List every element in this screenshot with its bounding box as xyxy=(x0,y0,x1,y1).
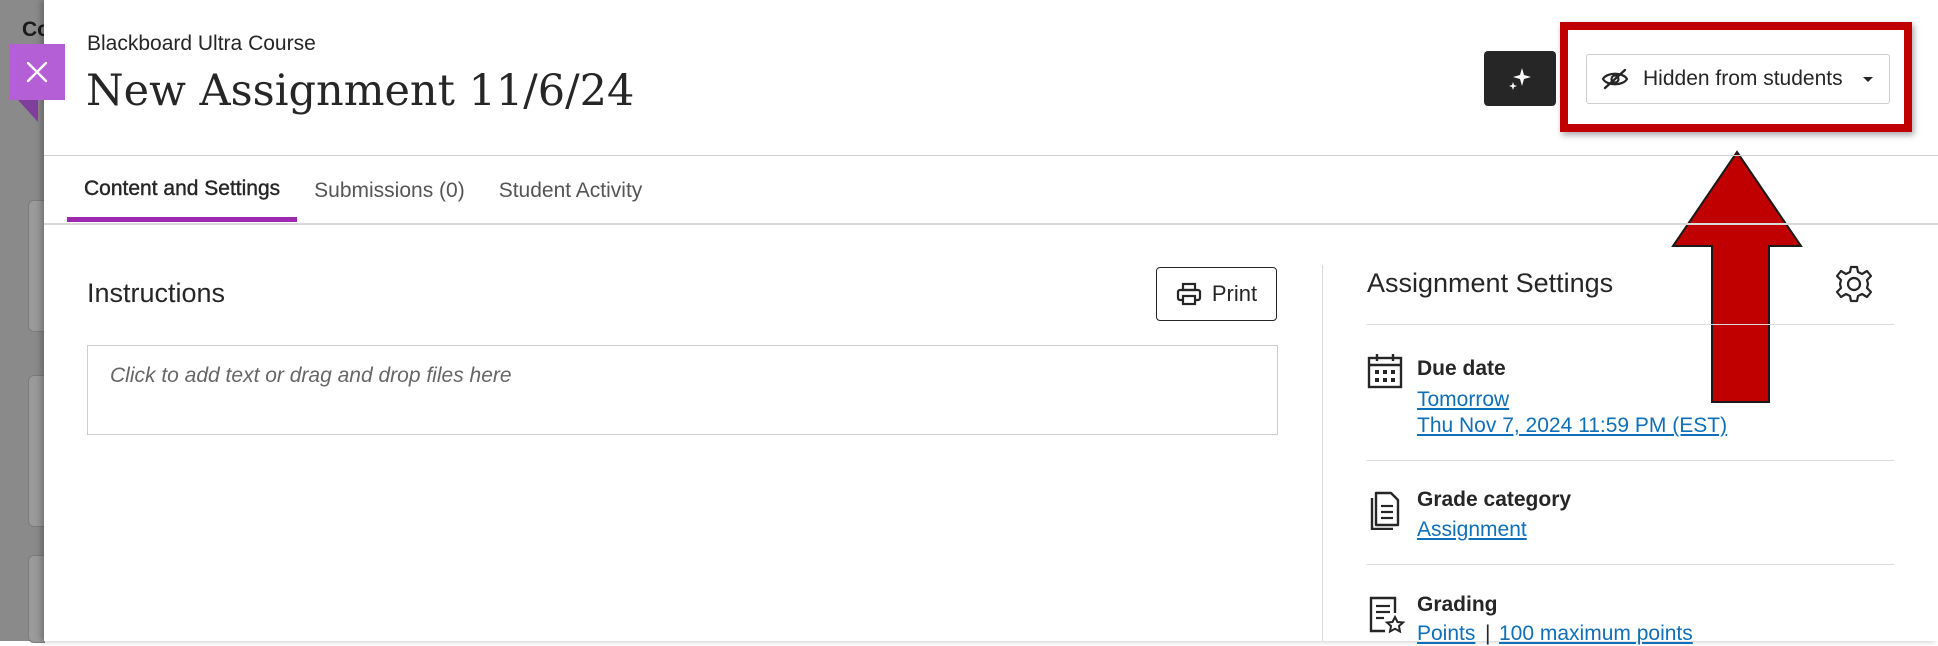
settings-divider xyxy=(1367,460,1894,461)
settings-divider xyxy=(1367,564,1894,565)
instructions-editor[interactable]: Click to add text or drag and drop files… xyxy=(87,345,1278,435)
sparkle-icon xyxy=(1509,67,1531,90)
grading-separator: | xyxy=(1485,622,1491,645)
underlying-card xyxy=(28,200,45,332)
document-icon xyxy=(1370,491,1400,530)
due-date-link[interactable]: Thu Nov 7, 2024 11:59 PM (EST) xyxy=(1417,414,1727,438)
tab-label: Submissions (0) xyxy=(314,179,465,202)
close-tab-fold xyxy=(18,100,38,122)
gear-icon[interactable] xyxy=(1834,264,1874,304)
editor-placeholder: Click to add text or drag and drop files… xyxy=(110,364,512,387)
settings-heading: Assignment Settings xyxy=(1367,268,1614,298)
tab-label: Content and Settings xyxy=(84,176,281,200)
grade-category-label: Grade category xyxy=(1417,488,1572,511)
tabs-divider xyxy=(44,223,1938,225)
settings-divider xyxy=(1367,324,1894,325)
calendar-icon xyxy=(1367,354,1403,389)
column-divider xyxy=(1322,265,1323,641)
tab-submissions[interactable]: Submissions (0) xyxy=(297,160,482,222)
tab-student-activity[interactable]: Student Activity xyxy=(482,160,660,222)
tab-content-and-settings[interactable]: Content and Settings xyxy=(67,160,298,222)
instructions-heading: Instructions xyxy=(87,278,226,308)
max-points-link[interactable]: 100 maximum points xyxy=(1499,622,1693,646)
printer-icon xyxy=(1176,282,1201,306)
grade-category-link[interactable]: Assignment xyxy=(1417,518,1527,542)
grading-label: Grading xyxy=(1417,593,1498,616)
due-date-relative-link[interactable]: Tomorrow xyxy=(1417,388,1509,412)
annotation-arrow-icon xyxy=(1671,150,1803,403)
underlying-card xyxy=(28,375,45,527)
due-date-label: Due date xyxy=(1417,357,1506,380)
ai-assist-button[interactable] xyxy=(1484,51,1556,106)
print-button[interactable]: Print xyxy=(1156,267,1277,321)
underlying-card xyxy=(28,555,45,643)
course-name: Blackboard Ultra Course xyxy=(87,32,316,55)
tab-bar: Content and Settings Submissions (0) Stu… xyxy=(67,160,659,224)
grading-schema-link[interactable]: Points xyxy=(1417,622,1475,646)
page-title: New Assignment 11/6/24 xyxy=(86,66,635,116)
annotation-highlight-box xyxy=(1560,22,1912,132)
grading-rubric-icon xyxy=(1369,596,1405,634)
header-divider xyxy=(44,155,1938,156)
print-label: Print xyxy=(1211,281,1258,306)
close-icon xyxy=(26,61,48,83)
tab-label: Student Activity xyxy=(498,179,643,202)
close-panel-button[interactable] xyxy=(9,44,65,100)
